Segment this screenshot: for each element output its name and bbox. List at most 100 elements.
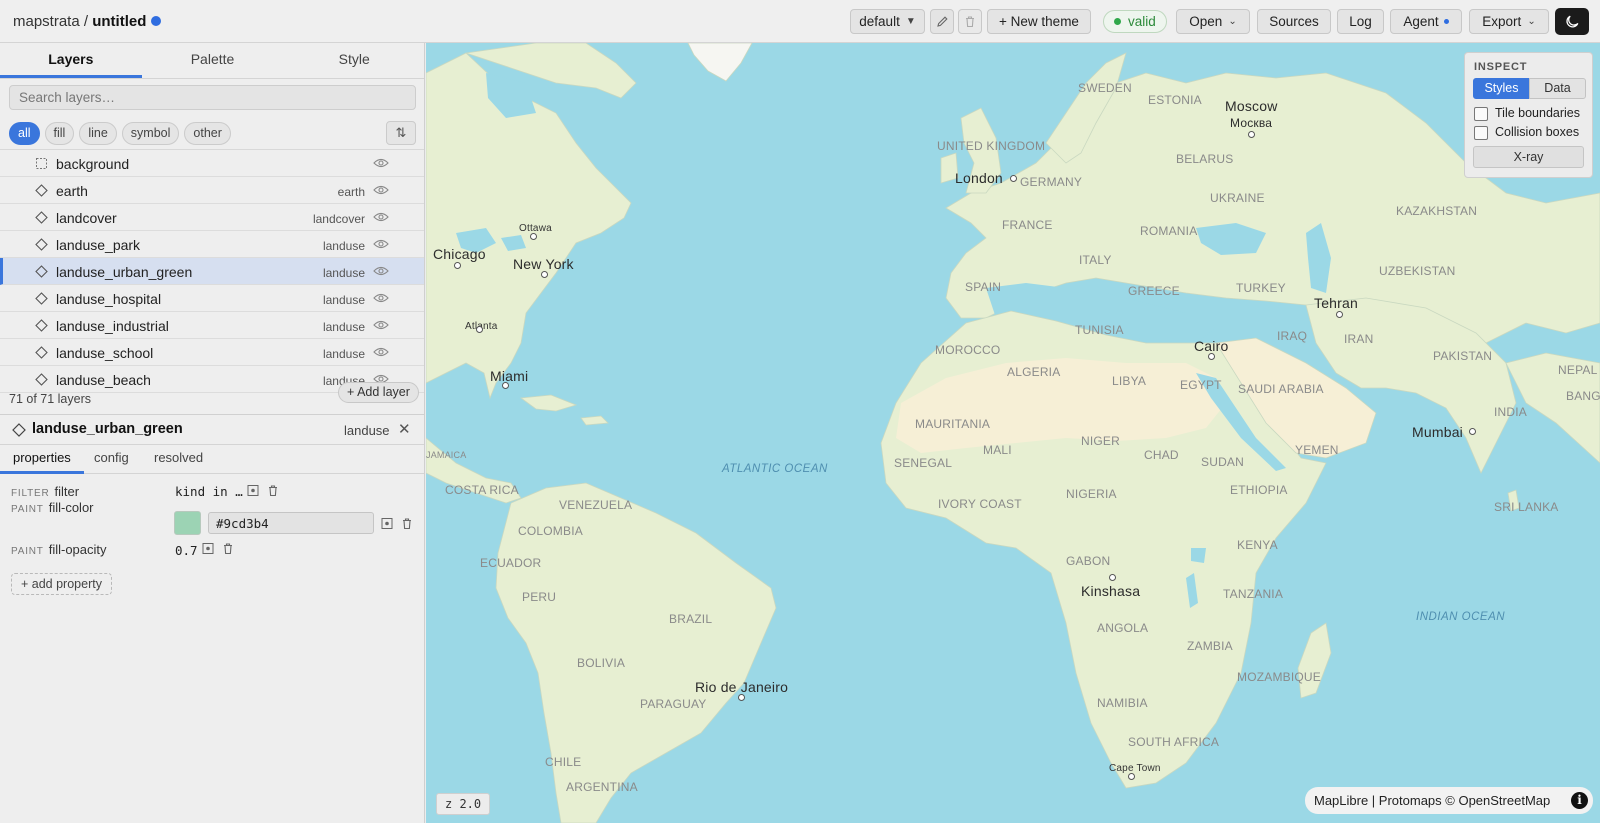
country-label: INDIA (1494, 405, 1528, 419)
inspect-mode-data[interactable]: Data (1529, 78, 1586, 99)
fill-color-input[interactable] (208, 512, 374, 534)
property-name: filter (54, 484, 80, 499)
expression-icon[interactable] (381, 517, 393, 530)
country-label: SAUDI ARABIA (1238, 382, 1324, 396)
country-label: COLOMBIA (518, 524, 583, 538)
eye-icon[interactable] (373, 319, 389, 331)
layer-row[interactable]: earth earth (0, 177, 424, 204)
country-label: GERMANY (1020, 175, 1083, 189)
filter-chip-symbol[interactable]: symbol (121, 122, 180, 145)
city-marker (541, 271, 548, 278)
collision-boxes-checkbox[interactable] (1474, 126, 1488, 140)
map-canvas[interactable]: ATLANTIC OCEAN INDIAN OCEAN SWEDEN ESTON… (426, 43, 1600, 823)
tab-config[interactable]: config (94, 445, 129, 474)
theme-select[interactable]: default ▼ (850, 9, 925, 34)
trash-icon[interactable] (222, 542, 234, 555)
attribution-text[interactable]: MapLibre | Protomaps © OpenStreetMap (1314, 793, 1550, 808)
tab-resolved[interactable]: resolved (154, 445, 203, 474)
chevron-down-icon: ⌄ (1228, 16, 1237, 27)
layer-name: earth (56, 183, 88, 199)
close-icon[interactable]: ✕ (398, 420, 411, 438)
add-layer-button[interactable]: + Add layer (338, 382, 419, 403)
inspect-mode-styles[interactable]: Styles (1473, 78, 1530, 99)
validation-status-label: valid (1128, 14, 1156, 29)
filter-chip-line[interactable]: line (79, 122, 117, 145)
tab-style[interactable]: Style (283, 43, 424, 78)
filter-chip-all[interactable]: all (9, 122, 40, 145)
layer-row[interactable]: background (0, 150, 424, 177)
layer-row[interactable]: landuse_park landuse (0, 231, 424, 258)
project-name[interactable]: mapstrata (13, 13, 80, 30)
agent-button[interactable]: Agent (1390, 9, 1462, 34)
sidebar: Layers Palette Style all fill line symbo… (0, 43, 425, 823)
country-label: PAKISTAN (1433, 349, 1493, 363)
country-label: JAMAICA (426, 450, 467, 460)
layer-source: landuse (322, 293, 365, 307)
color-swatch[interactable] (174, 511, 201, 535)
city-label: Miami (490, 368, 529, 384)
fill-layer-icon (35, 346, 48, 359)
theme-toggle-button[interactable] (1555, 8, 1589, 35)
country-label: ANGOLA (1097, 621, 1149, 635)
filter-value[interactable]: kind in … (175, 484, 243, 499)
tab-palette[interactable]: Palette (142, 43, 284, 78)
country-label: ITALY (1079, 253, 1112, 267)
pencil-icon (936, 16, 948, 27)
country-label: FRANCE (1002, 218, 1053, 232)
open-button[interactable]: Open ⌄ (1176, 9, 1250, 34)
layer-row[interactable]: landuse_school landuse (0, 339, 424, 366)
export-button[interactable]: Export ⌄ (1469, 9, 1549, 34)
eye-icon[interactable] (373, 211, 389, 223)
city-marker (1469, 428, 1476, 435)
layer-row[interactable]: landcover landcover (0, 204, 424, 231)
eye-icon[interactable] (373, 157, 389, 169)
agent-button-label: Agent (1403, 14, 1439, 29)
property-fill-color: PAINT fill-color (11, 500, 94, 520)
add-property-button[interactable]: + add property (11, 573, 112, 595)
eye-icon[interactable] (373, 184, 389, 196)
country-label: SWEDEN (1078, 81, 1132, 95)
tile-boundaries-checkbox[interactable] (1474, 107, 1488, 121)
info-icon[interactable]: i (1571, 792, 1588, 809)
tab-layers[interactable]: Layers (0, 43, 142, 78)
eye-icon[interactable] (373, 238, 389, 250)
filter-chip-other[interactable]: other (184, 122, 231, 145)
chevron-down-icon: ⌄ (1527, 16, 1536, 27)
layer-row[interactable]: landuse_hospital landuse (0, 285, 424, 312)
eye-icon[interactable] (373, 265, 389, 277)
selected-layer-source[interactable]: landuse (344, 423, 390, 438)
trash-icon[interactable] (267, 484, 279, 497)
new-theme-button[interactable]: + New theme (987, 9, 1091, 34)
file-name[interactable]: untitled (92, 13, 146, 30)
log-button[interactable]: Log (1337, 9, 1384, 34)
city-marker (502, 382, 509, 389)
layer-row[interactable]: landuse_industrial landuse (0, 312, 424, 339)
layer-row-selected[interactable]: landuse_urban_green landuse (0, 258, 424, 285)
xray-button[interactable]: X-ray (1473, 146, 1584, 168)
sources-button[interactable]: Sources (1257, 9, 1331, 34)
city-marker (530, 233, 537, 240)
fill-layer-icon (35, 292, 48, 305)
delete-theme-button[interactable] (958, 9, 982, 34)
country-label: NAMIBIA (1097, 696, 1148, 710)
city-label: Tehran (1314, 295, 1359, 311)
rename-theme-button[interactable] (930, 9, 954, 34)
country-label: EGYPT (1180, 378, 1222, 392)
eye-icon[interactable] (373, 292, 389, 304)
eye-icon[interactable] (373, 346, 389, 358)
trash-icon[interactable] (401, 517, 413, 530)
country-label: NIGER (1081, 434, 1121, 448)
expression-icon[interactable] (202, 542, 214, 555)
breadcrumb-separator: / (79, 13, 93, 30)
tab-properties[interactable]: properties (0, 445, 84, 474)
fill-opacity-value[interactable]: 0.7 (175, 543, 198, 558)
search-input[interactable] (9, 85, 416, 110)
background-layer-icon (36, 158, 47, 169)
layer-name: landuse_industrial (56, 318, 169, 334)
country-label: NEPAL (1558, 363, 1598, 377)
filter-chip-fill[interactable]: fill (44, 122, 75, 145)
country-label: ESTONIA (1148, 93, 1202, 107)
expression-icon[interactable] (247, 484, 259, 497)
sort-button[interactable]: ⇅ (386, 121, 416, 145)
country-label: YEMEN (1295, 443, 1339, 457)
